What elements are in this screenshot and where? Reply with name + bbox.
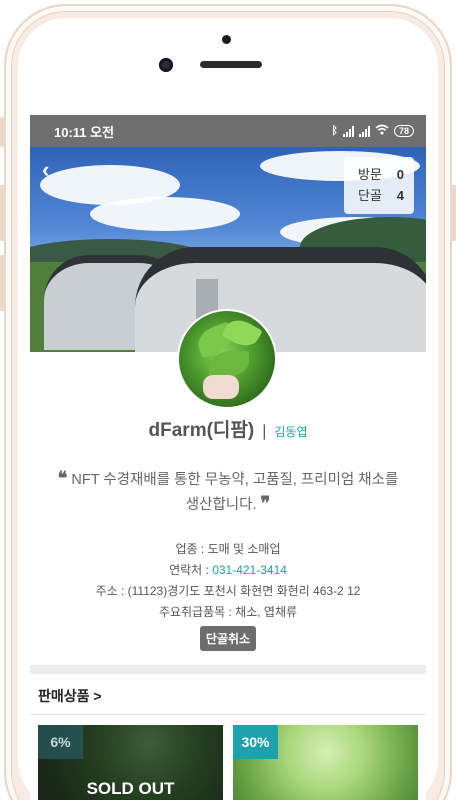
name-separator: | bbox=[262, 423, 267, 440]
visit-label: 방문 bbox=[358, 167, 382, 182]
farm-name: dFarm(디팜) bbox=[148, 420, 255, 441]
phone-side-button bbox=[450, 185, 456, 241]
phone-side-button bbox=[0, 117, 6, 147]
contact-row: 연락처 : 031-421-3414 bbox=[30, 560, 426, 581]
farm-info: 업종 : 도매 및 소매업 연락처 : 031-421-3414 주소 : (1… bbox=[30, 539, 426, 623]
section-divider bbox=[30, 665, 426, 674]
wifi-icon bbox=[375, 124, 389, 138]
sold-out-label: SOLD OUT bbox=[86, 779, 175, 798]
phone-side-button bbox=[0, 255, 6, 311]
status-icons: ᛒ 78 bbox=[331, 124, 414, 138]
signal-icon bbox=[342, 125, 354, 137]
contact-label: 연락처 : bbox=[169, 563, 213, 577]
quote-open-icon: ❝ bbox=[57, 468, 68, 489]
quote-close-icon: ❞ bbox=[260, 493, 271, 514]
farm-avatar bbox=[177, 309, 277, 409]
contact-phone-link[interactable]: 031-421-3414 bbox=[212, 563, 287, 577]
status-time: 10:11 오전 bbox=[54, 124, 115, 140]
bluetooth-icon: ᛒ bbox=[331, 125, 338, 137]
greenhouse-right bbox=[135, 247, 426, 352]
regular-label: 단골 bbox=[358, 188, 382, 203]
product-card[interactable]: 6% SOLD OUT bbox=[38, 725, 223, 800]
business-type: 업종 : 도매 및 소매업 bbox=[175, 542, 281, 556]
leaf-shape bbox=[209, 351, 249, 377]
name-row: dFarm(디팜) | 김동엽 bbox=[30, 415, 426, 442]
quote-text: NFT 수경재배를 통한 무농약, 고품질, 프리미엄 채소를 생산합니다. bbox=[71, 472, 399, 513]
farm-quote: ❝ NFT 수경재배를 통한 무농약, 고품질, 프리미엄 채소를 생산합니다.… bbox=[54, 467, 402, 517]
proximity-sensor bbox=[222, 35, 231, 44]
regular-count: 4 bbox=[396, 188, 404, 203]
earpiece-speaker bbox=[200, 61, 262, 68]
app-screen: 10:11 오전 ᛒ 78 ‹ 방문 0 단골 4 dFarm(디팜) | 김동… bbox=[30, 115, 426, 800]
phone-side-button bbox=[0, 185, 6, 241]
owner-name[interactable]: 김동엽 bbox=[274, 423, 307, 440]
battery-icon: 78 bbox=[393, 125, 414, 137]
signal-icon bbox=[358, 125, 370, 137]
discount-badge: 30% bbox=[233, 725, 278, 759]
address: 주소 : (11123)경기도 포천시 화현면 화현리 463-2 12 bbox=[95, 584, 361, 598]
product-card[interactable]: 30% bbox=[233, 725, 418, 800]
cloud-shape bbox=[90, 197, 240, 231]
main-items: 주요취급품목 : 채소, 엽채류 bbox=[158, 605, 298, 619]
status-bar: 10:11 오전 ᛒ 78 bbox=[30, 115, 426, 147]
visit-counter-box: 방문 0 단골 4 bbox=[344, 157, 414, 214]
unfollow-button[interactable]: 단골취소 bbox=[200, 626, 256, 651]
discount-badge: 6% bbox=[38, 725, 83, 759]
section-line bbox=[30, 714, 426, 715]
visit-count: 0 bbox=[396, 167, 404, 182]
profile-header: dFarm(디팜) | 김동엽 bbox=[30, 415, 426, 442]
products-section-title[interactable]: 판매상품 > bbox=[38, 686, 102, 706]
hand-shape bbox=[203, 375, 239, 399]
leaf-shape bbox=[221, 314, 263, 352]
back-arrow-icon[interactable]: ‹ bbox=[42, 157, 49, 183]
front-camera bbox=[159, 58, 173, 72]
